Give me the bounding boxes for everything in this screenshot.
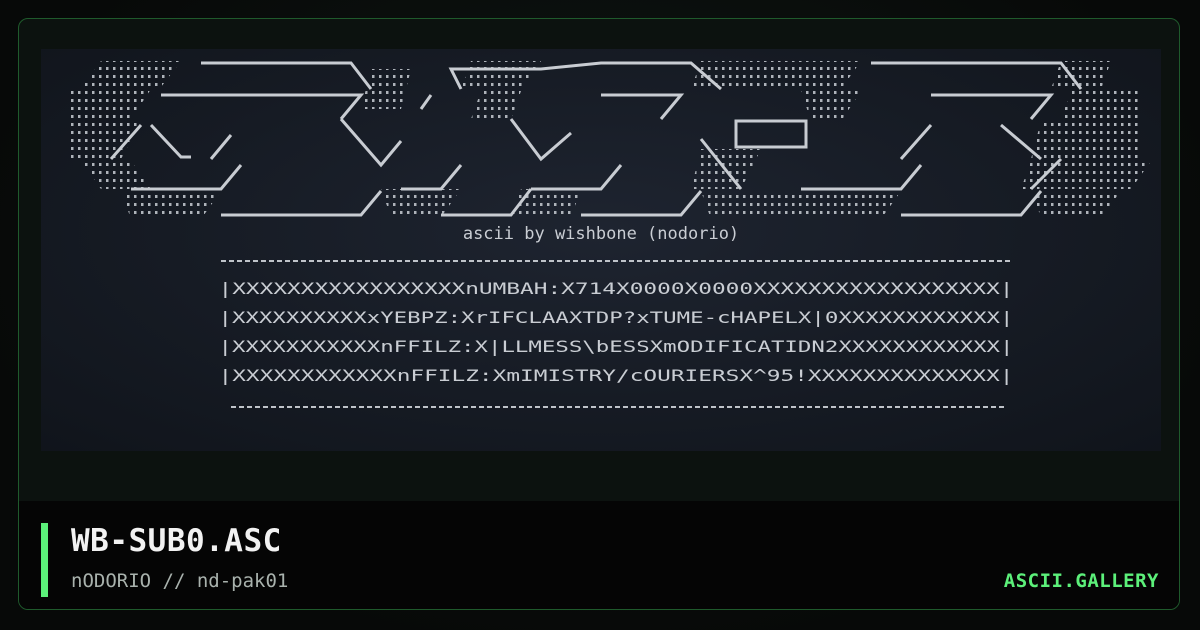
accent-bar xyxy=(41,523,48,597)
ascii-art-image: ascii by wishbone (nodorio) |XXXXXXXXXXX… xyxy=(69,61,1151,408)
ascii-art-preview[interactable]: ascii by wishbone (nodorio) |XXXXXXXXXXX… xyxy=(41,49,1161,451)
info-line-2: |XXXXXXXXXXxYEBPZ:XrIFCLAAXTDP?xTUME-cHA… xyxy=(219,308,1014,327)
gallery-card[interactable]: ascii by wishbone (nodorio) |XXXXXXXXXXX… xyxy=(18,18,1180,610)
info-line-3: |XXXXXXXXXXXnFFILZ:X|LLMESS\bESSXmODIFIC… xyxy=(219,337,1014,356)
info-line-1: |XXXXXXXXXXXXXXXXXnUMBAH:X714X0000X0000X… xyxy=(219,279,1014,298)
logo-dot-fill xyxy=(69,61,1151,219)
art-credit-caption: ascii by wishbone (nodorio) xyxy=(463,224,739,244)
info-line-4: |XXXXXXXXXXXXnFFILZ:XmIMISTRY/cOURIERSX^… xyxy=(219,366,1014,385)
artwork-subtitle: nODORIO // nd-pak01 xyxy=(71,570,289,592)
card-footer: WB-SUB0.ASC nODORIO // nd-pak01 ASCII.GA… xyxy=(19,501,1179,609)
site-brand-link[interactable]: ASCII.GALLERY xyxy=(1004,570,1159,592)
logo-outline xyxy=(109,61,1083,217)
artwork-title[interactable]: WB-SUB0.ASC xyxy=(71,523,282,559)
